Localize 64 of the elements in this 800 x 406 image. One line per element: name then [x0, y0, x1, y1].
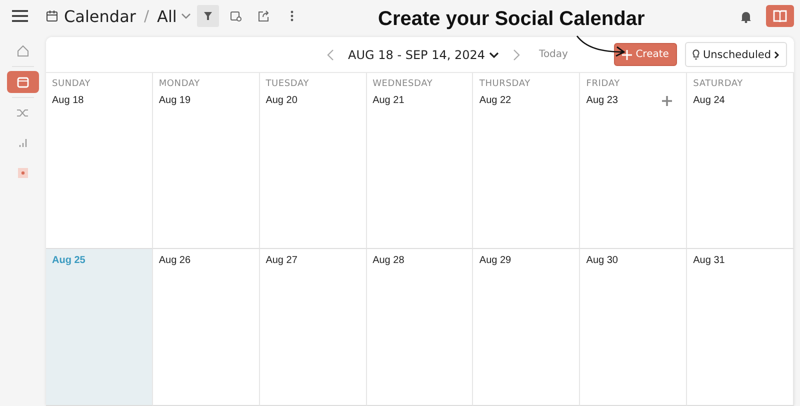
day-cell[interactable]: WEDNESDAY Aug 21: [366, 73, 474, 249]
chevron-down-icon: [489, 50, 500, 58]
share-icon: [258, 10, 270, 22]
day-cell[interactable]: Aug 29: [473, 249, 580, 406]
chevron-down-icon: [180, 12, 191, 20]
filter-button[interactable]: [196, 5, 219, 27]
lightbulb-icon: [692, 49, 700, 60]
bar-chart-icon: [18, 138, 28, 148]
add-icon[interactable]: [662, 96, 672, 106]
weekday-label: SUNDAY: [52, 79, 92, 89]
calendar-nav-item[interactable]: [7, 71, 39, 93]
next-icon[interactable]: [513, 48, 522, 60]
day-cell[interactable]: Aug 30: [580, 249, 688, 406]
day-date: Aug 28: [372, 255, 404, 266]
day-cell[interactable]: TUESDAY Aug 20: [260, 73, 367, 249]
day-cell[interactable]: SATURDAY Aug 24: [687, 73, 794, 249]
day-date: Aug 19: [158, 95, 191, 106]
day-date: Aug 24: [693, 95, 725, 106]
calendar-icon: [46, 10, 58, 22]
weekday-label: FRIDAY: [586, 79, 621, 89]
chevron-right-icon: [774, 50, 780, 58]
day-date: Aug 31: [693, 255, 725, 266]
weekday-label: THURSDAY: [479, 79, 532, 89]
bell-icon[interactable]: [740, 10, 752, 22]
more-icon: [290, 10, 294, 22]
calendar-gear-icon: [230, 10, 242, 22]
today-button[interactable]: Today: [539, 49, 568, 60]
weekday-label: MONDAY: [158, 79, 201, 89]
weekday-label: SATURDAY: [693, 79, 744, 89]
annotation-text: Create your Social Calendar: [378, 8, 645, 31]
day-date: Aug 29: [479, 255, 512, 266]
day-cell[interactable]: MONDAY Aug 19: [152, 73, 260, 249]
page-title: Calendar: [64, 6, 136, 26]
home-icon: [17, 45, 29, 57]
day-date: Aug 21: [372, 95, 404, 106]
unscheduled-button[interactable]: Unscheduled: [684, 42, 787, 67]
book-button[interactable]: [766, 5, 794, 27]
weekday-label: WEDNESDAY: [372, 79, 434, 89]
menu-icon[interactable]: [12, 10, 28, 22]
day-cell[interactable]: Aug 27: [260, 249, 367, 406]
day-cell[interactable]: THURSDAY Aug 22: [473, 73, 580, 249]
book-icon: [773, 10, 787, 22]
view-dropdown[interactable]: All: [157, 6, 191, 26]
shuffle-icon: [17, 108, 29, 118]
day-date: Aug 23: [586, 95, 618, 106]
filter-icon: [202, 11, 213, 21]
day-cell[interactable]: Aug 26: [152, 249, 260, 406]
arrow-drawing: [576, 35, 626, 57]
date-range-dropdown[interactable]: AUG 18 - SEP 14, 2024: [348, 48, 500, 62]
day-date: Aug 18: [52, 95, 84, 106]
breadcrumb-separator: /: [144, 7, 150, 25]
day-cell[interactable]: Aug 28: [366, 249, 474, 406]
day-date: Aug 25: [52, 255, 86, 266]
previous-icon[interactable]: [326, 48, 334, 60]
day-date: Aug 22: [479, 95, 512, 106]
day-date: Aug 26: [158, 255, 191, 266]
day-date: Aug 20: [266, 95, 298, 106]
weekday-label: TUESDAY: [266, 79, 310, 89]
calendar-icon: [17, 76, 29, 88]
day-cell[interactable]: Aug 31: [687, 249, 794, 406]
plus-icon: [622, 50, 632, 60]
day-cell[interactable]: FRIDAY Aug 23: [580, 73, 688, 249]
day-date: Aug 30: [586, 255, 618, 266]
day-date: Aug 27: [266, 255, 298, 266]
